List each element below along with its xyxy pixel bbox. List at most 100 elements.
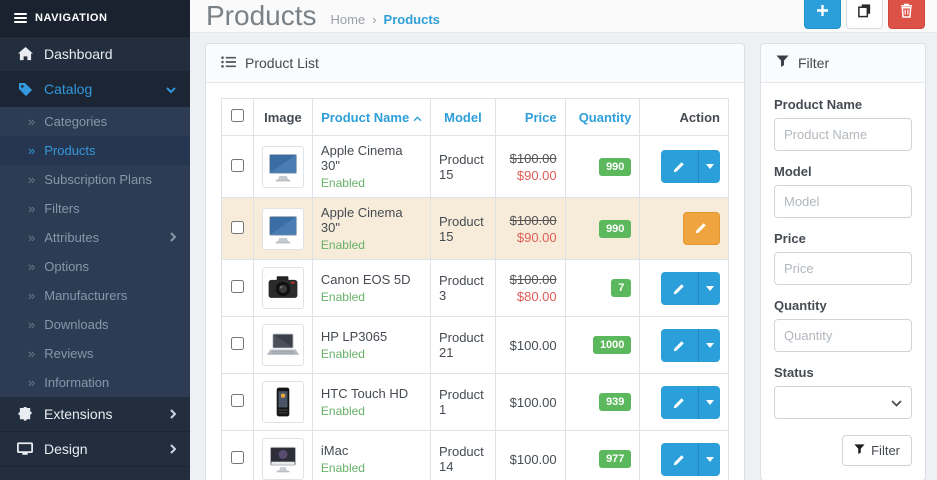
sidebar-item-label: Dashboard — [44, 46, 176, 62]
trash-icon — [900, 3, 913, 21]
dropdown-toggle[interactable] — [698, 150, 720, 183]
edit-split-button[interactable] — [661, 329, 720, 362]
sidebar-item-reviews[interactable]: » Reviews — [0, 339, 190, 368]
angle-double-right-icon: » — [28, 346, 34, 361]
sidebar-item-design[interactable]: Design — [0, 432, 190, 467]
sidebar-item-filters[interactable]: » Filters — [0, 194, 190, 223]
price-old: $100.00 — [504, 151, 557, 166]
product-name: HTC Touch HD — [321, 386, 422, 401]
row-checkbox[interactable] — [231, 280, 244, 293]
tag-icon — [14, 82, 36, 97]
column-header-quantity[interactable]: Quantity — [565, 99, 640, 136]
edit-split-button[interactable] — [661, 272, 720, 305]
sidebar-item-products[interactable]: » Products — [0, 136, 190, 165]
angle-double-right-icon: » — [28, 375, 34, 390]
filter-product-name-input[interactable] — [774, 118, 912, 151]
row-checkbox[interactable] — [231, 159, 244, 172]
edit-split-button[interactable] — [661, 386, 720, 419]
add-product-button[interactable] — [804, 0, 841, 29]
product-status: Enabled — [321, 238, 422, 252]
plus-icon — [816, 4, 829, 20]
sidebar-item-options[interactable]: » Options — [0, 252, 190, 281]
sidebar-item-label: Extensions — [44, 406, 170, 422]
filter-status-select[interactable] — [774, 386, 912, 419]
product-model: Product 15 — [430, 136, 495, 198]
product-thumbnail-apple-cinema — [262, 146, 304, 188]
column-header-price[interactable]: Price — [495, 99, 565, 136]
caret-down-icon — [706, 343, 714, 348]
filter-model-input[interactable] — [774, 185, 912, 218]
product-model: Product 14 — [430, 431, 495, 480]
hamburger-icon — [14, 11, 27, 25]
sidebar-item-downloads[interactable]: » Downloads — [0, 310, 190, 339]
pencil-icon[interactable] — [661, 443, 698, 476]
delete-button[interactable] — [888, 0, 925, 29]
header-buttons — [804, 0, 925, 29]
product-status: Enabled — [321, 290, 422, 304]
chevron-down-icon — [166, 81, 176, 97]
product-list-heading: Product List — [206, 44, 744, 83]
breadcrumb-current[interactable]: Products — [384, 12, 440, 27]
edit-split-button[interactable] — [661, 150, 720, 183]
sidebar-item-label: Catalog — [44, 81, 166, 97]
price-current: $80.00 — [504, 289, 557, 304]
sidebar-item-subscription-plans[interactable]: » Subscription Plans — [0, 165, 190, 194]
product-thumbnail-htc-phone — [262, 381, 304, 423]
sidebar-item-label: Information — [44, 375, 109, 390]
dropdown-toggle[interactable] — [698, 386, 720, 419]
sidebar-item-dashboard[interactable]: Dashboard — [0, 37, 190, 72]
product-table: Image Product Name Model Price Quantity … — [221, 98, 729, 480]
angle-double-right-icon: » — [28, 317, 34, 332]
row-checkbox[interactable] — [231, 337, 244, 350]
sidebar-item-extensions[interactable]: Extensions — [0, 397, 190, 432]
sidebar-item-label: Downloads — [44, 317, 108, 332]
product-status: Enabled — [321, 404, 422, 418]
product-name: HP LP3065 — [321, 329, 422, 344]
quantity-badge: 939 — [599, 393, 631, 411]
dropdown-toggle[interactable] — [698, 329, 720, 362]
sidebar-item-information[interactable]: » Information — [0, 368, 190, 397]
dropdown-toggle[interactable] — [698, 443, 720, 476]
sidebar-item-label: Options — [44, 259, 89, 274]
copy-button[interactable] — [846, 0, 883, 29]
row-checkbox[interactable] — [231, 451, 244, 464]
price-old: $100.00 — [504, 213, 557, 228]
edit-split-button[interactable] — [661, 443, 720, 476]
filter-price-input[interactable] — [774, 252, 912, 285]
pencil-icon[interactable] — [661, 329, 698, 362]
sidebar-item-catalog[interactable]: Catalog — [0, 72, 190, 107]
caret-down-icon — [706, 286, 714, 291]
row-checkbox[interactable] — [231, 221, 244, 234]
page-header: Products Home › Products — [190, 0, 937, 33]
sidebar-item-categories[interactable]: » Categories — [0, 107, 190, 136]
column-header-product-name[interactable]: Product Name — [312, 99, 430, 136]
sidebar-item-label: Filters — [44, 201, 79, 216]
filter-button-label: Filter — [871, 443, 900, 458]
filter-quantity-input[interactable] — [774, 319, 912, 352]
chevron-right-icon — [170, 441, 176, 457]
quantity-badge: 990 — [599, 220, 631, 238]
sort-asc-icon — [413, 116, 422, 122]
pencil-icon[interactable] — [661, 272, 698, 305]
pencil-icon[interactable] — [661, 386, 698, 419]
angle-double-right-icon: » — [28, 230, 34, 245]
select-all-checkbox[interactable] — [231, 109, 244, 122]
product-model: Product 15 — [430, 198, 495, 260]
quantity-badge: 1000 — [593, 336, 631, 354]
pencil-icon[interactable] — [661, 150, 698, 183]
dropdown-toggle[interactable] — [698, 272, 720, 305]
filter-title: Filter — [798, 55, 829, 71]
sidebar-item-manufacturers[interactable]: » Manufacturers — [0, 281, 190, 310]
product-thumbnail-canon-eos — [262, 267, 304, 309]
breadcrumb-home[interactable]: Home — [331, 12, 366, 27]
product-status: Enabled — [321, 176, 422, 190]
row-checkbox[interactable] — [231, 394, 244, 407]
column-header-model[interactable]: Model — [430, 99, 495, 136]
sidebar-item-attributes[interactable]: » Attributes — [0, 223, 190, 252]
filter-apply-button[interactable]: Filter — [842, 435, 912, 466]
product-status: Enabled — [321, 461, 422, 475]
caret-down-icon — [706, 400, 714, 405]
edit-pending-button[interactable] — [683, 212, 720, 245]
quantity-badge: 7 — [611, 279, 631, 297]
filter-heading: Filter — [761, 44, 925, 83]
